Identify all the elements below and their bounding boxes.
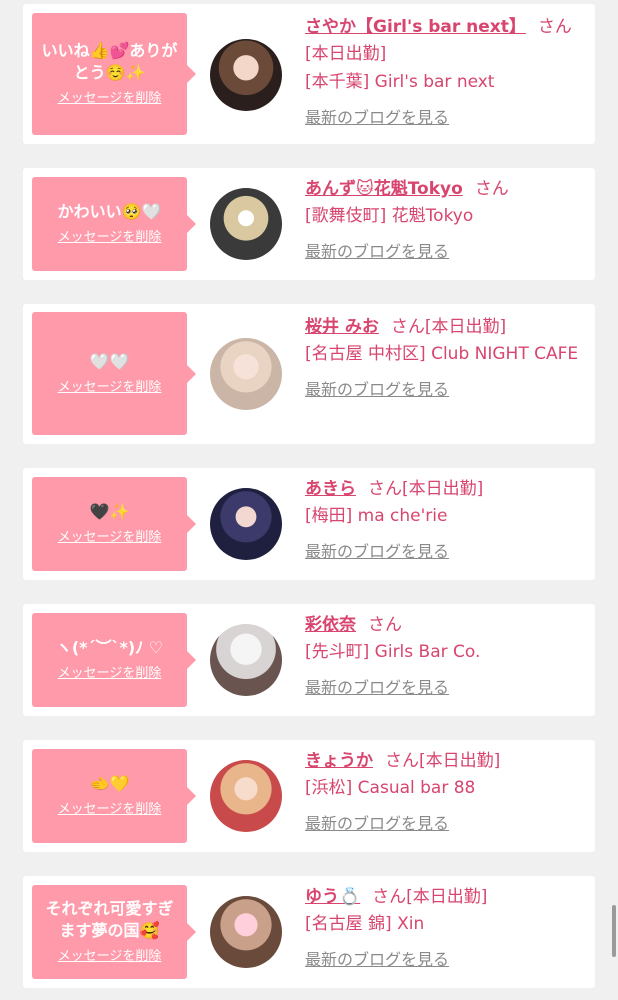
- delete-message-link[interactable]: メッセージを削除: [58, 665, 162, 683]
- san-suffix: さん: [372, 887, 407, 907]
- message-text: 🖤✨: [89, 502, 130, 521]
- shop-info: [歌舞伎町] 花魁Tokyo: [305, 206, 474, 226]
- list-item: それぞれ可愛すぎます夢の国🥰 メッセージを削除 ゆう💍 さん[本日出勤] [名古屋…: [23, 876, 595, 988]
- shop-info: [浜松] Casual bar 88: [305, 778, 476, 798]
- latest-blog-link[interactable]: 最新のブログを見る: [305, 376, 449, 400]
- message-bubble: かわいい🥺🤍 メッセージを削除: [32, 177, 196, 271]
- shop-info: [本千葉] Girl's bar next: [305, 72, 495, 92]
- delete-message-link[interactable]: メッセージを削除: [58, 229, 162, 247]
- san-suffix: さん: [474, 179, 509, 199]
- shop-info: [先斗町] Girls Bar Co.: [305, 642, 481, 662]
- profile-name-link[interactable]: あんず🐱花魁Tokyo: [305, 179, 463, 199]
- message-text: 🤍🤍: [89, 351, 130, 371]
- message-bubble: ヽ(*´︶`*)ﾉ ♡ メッセージを削除: [32, 613, 196, 707]
- latest-blog-link[interactable]: 最新のブログを見る: [305, 674, 449, 698]
- avatar[interactable]: [210, 760, 282, 832]
- avatar[interactable]: [210, 338, 282, 410]
- list-item: 🫲💛 メッセージを削除 きょうか さん[本日出勤] [浜松] Casual bar…: [23, 740, 595, 852]
- message-bubble: 🫲💛 メッセージを削除: [32, 749, 196, 843]
- profile-name-link[interactable]: きょうか: [305, 751, 373, 771]
- scrollbar[interactable]: [612, 905, 616, 957]
- message-bubble: それぞれ可愛すぎます夢の国🥰 メッセージを削除: [32, 885, 196, 979]
- avatar[interactable]: [210, 624, 282, 696]
- avatar[interactable]: [210, 188, 282, 260]
- delete-message-link[interactable]: メッセージを削除: [58, 529, 162, 547]
- message-bubble: 🤍🤍 メッセージを削除: [32, 312, 196, 435]
- list-item: 🤍🤍 メッセージを削除 桜井 みお さん[本日出勤] [名古屋 中村区] Club…: [23, 304, 595, 444]
- delete-message-link[interactable]: メッセージを削除: [58, 948, 162, 966]
- message-bubble: いいね👍💕ありがとう☺️✨ メッセージを削除: [32, 13, 196, 135]
- latest-blog-link[interactable]: 最新のブログを見る: [305, 946, 449, 970]
- profile-name-link[interactable]: 彩依奈: [305, 615, 356, 635]
- list-item: 🖤✨ メッセージを削除 あきら さん[本日出勤] [梅田] ma che'rie …: [23, 468, 595, 580]
- avatar[interactable]: [210, 896, 282, 968]
- latest-blog-link[interactable]: 最新のブログを見る: [305, 538, 449, 562]
- shop-info: [梅田] ma che'rie: [305, 506, 448, 526]
- message-bubble: 🖤✨ メッセージを削除: [32, 477, 196, 571]
- list-item: いいね👍💕ありがとう☺️✨ メッセージを削除 さやか【Girl's bar ne…: [23, 4, 595, 144]
- list-item: ヽ(*´︶`*)ﾉ ♡ メッセージを削除 彩依奈 さん [先斗町] Girls B…: [23, 604, 595, 716]
- profile-name-link[interactable]: さやか【Girl's bar next】: [305, 17, 526, 37]
- status-badge: [本日出勤]: [402, 479, 484, 499]
- profile-name-link[interactable]: あきら: [305, 479, 356, 499]
- message-text: ヽ(*´︶`*)ﾉ ♡: [55, 638, 164, 657]
- shop-info: [名古屋 中村区] Club NIGHT CAFE: [305, 344, 579, 364]
- delete-message-link[interactable]: メッセージを削除: [58, 801, 162, 819]
- latest-blog-link[interactable]: 最新のブログを見る: [305, 810, 449, 834]
- delete-message-link[interactable]: メッセージを削除: [58, 90, 162, 108]
- profile-name-link[interactable]: 桜井 みお: [305, 317, 379, 337]
- status-badge: [本日出勤]: [406, 887, 488, 907]
- list-item: かわいい🥺🤍 メッセージを削除 あんず🐱花魁Tokyo さん [歌舞伎町] 花魁T…: [23, 168, 595, 280]
- latest-blog-link[interactable]: 最新のブログを見る: [305, 238, 449, 262]
- latest-blog-link[interactable]: 最新のブログを見る: [305, 104, 449, 128]
- san-suffix: さん: [390, 317, 425, 337]
- status-badge: [本日出勤]: [419, 751, 501, 771]
- profile-name-link[interactable]: ゆう💍: [305, 887, 360, 907]
- san-suffix: さん: [385, 751, 419, 771]
- san-suffix: さん: [537, 17, 572, 37]
- message-text: 🫲💛: [89, 774, 130, 793]
- shop-info: [本日出勤]: [305, 44, 387, 64]
- message-text: いいね👍💕ありがとう☺️✨: [41, 41, 178, 82]
- message-text: それぞれ可愛すぎます夢の国🥰: [45, 899, 174, 940]
- san-suffix: さん: [368, 615, 402, 635]
- status-badge: [本日出勤]: [424, 317, 507, 337]
- shop-info: [名古屋 錦] Xin: [305, 914, 425, 934]
- avatar[interactable]: [210, 39, 282, 111]
- avatar[interactable]: [210, 488, 282, 560]
- message-text: かわいい🥺🤍: [57, 202, 162, 221]
- delete-message-link[interactable]: メッセージを削除: [58, 379, 162, 397]
- san-suffix: さん: [368, 479, 402, 499]
